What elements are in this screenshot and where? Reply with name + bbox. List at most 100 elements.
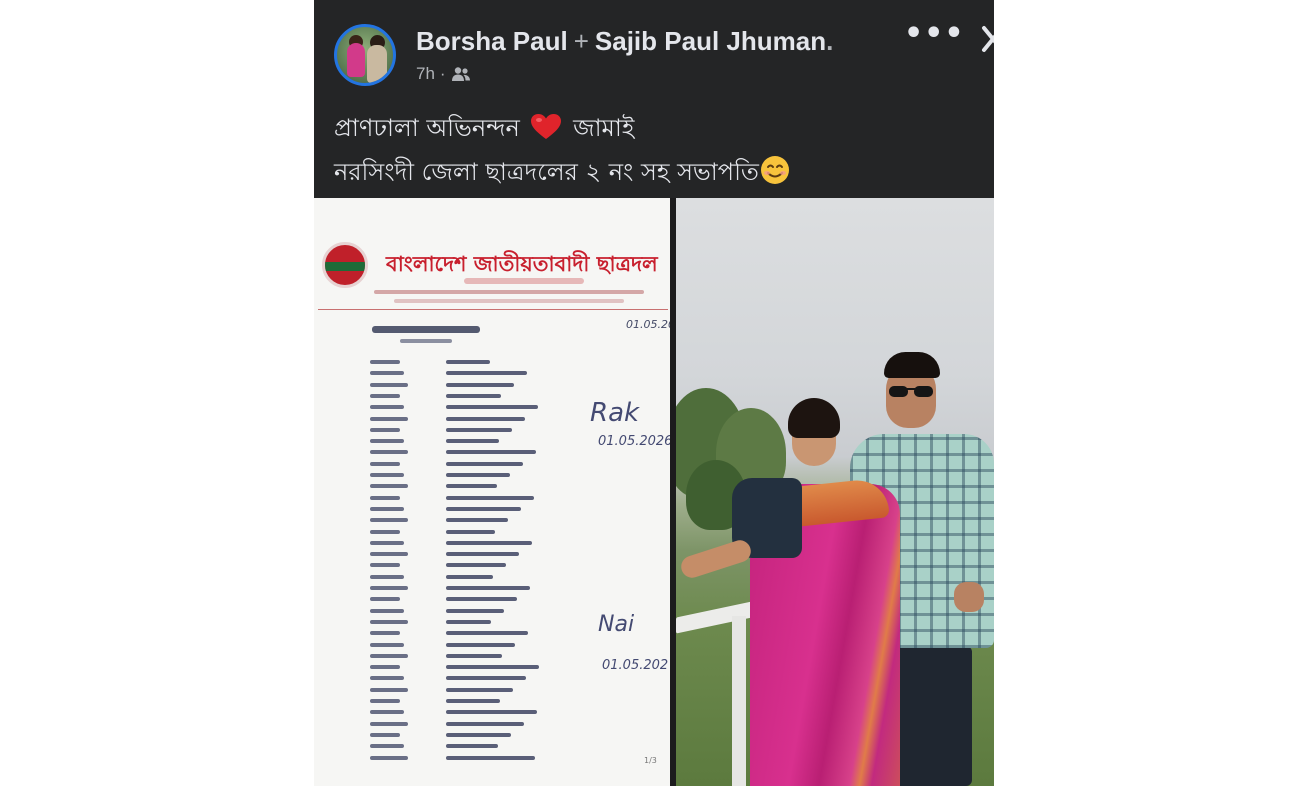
more-options-button[interactable]: •••	[904, 19, 964, 54]
document-row-role	[370, 371, 404, 375]
document-row-name	[446, 484, 497, 488]
document-row-name	[446, 530, 495, 534]
caption-text-2: নরসিংদী জেলা ছাত্রদলের ২ নং সহ সভাপতি	[334, 158, 759, 186]
document-row-name	[446, 541, 532, 545]
post-caption: প্রাণঢালা অভিনন্দন জামাই নরসিংদী জেলা ছা…	[334, 108, 984, 197]
document-row-role	[370, 518, 408, 522]
signature-2-date: 01.05.202	[602, 658, 669, 673]
signature-2: Nai	[598, 612, 635, 637]
document-row-name	[446, 371, 527, 375]
document-row-name	[446, 575, 493, 579]
avatar-person-1	[347, 43, 365, 77]
document-row-name	[446, 428, 512, 432]
smiling-face-icon	[760, 155, 790, 197]
document-row-role	[370, 699, 400, 703]
friends-icon[interactable]	[451, 66, 471, 87]
man-hand	[954, 582, 984, 612]
document-photo[interactable]: বাংলাদেশ জাতীয়তাবাদী ছাত্রদল 01.05.20 R…	[314, 198, 670, 786]
document-row-role	[370, 631, 400, 635]
document-row-name	[446, 405, 538, 409]
sunglasses-icon	[889, 386, 933, 397]
document-row-role	[370, 496, 400, 500]
document-row-name	[446, 507, 521, 511]
signature-1-date: 01.05.2026	[598, 434, 670, 449]
document-committee-heading	[372, 326, 480, 333]
document-row-role	[370, 541, 404, 545]
document-row-role	[370, 597, 400, 601]
document-row-name	[446, 360, 490, 364]
document-row-role	[370, 417, 408, 421]
document-row-role	[370, 450, 408, 454]
document-row-name	[446, 699, 500, 703]
woman-arm	[678, 537, 754, 581]
document-row-role	[370, 484, 408, 488]
document-row-name	[446, 756, 535, 760]
document-row-name	[446, 563, 506, 567]
document-date: 01.05.20	[626, 318, 670, 331]
document-row-name	[446, 744, 498, 748]
close-button[interactable]	[978, 22, 994, 56]
document-row-name	[446, 620, 491, 624]
document-divider	[318, 309, 668, 310]
organization-logo	[322, 242, 368, 288]
document-row-name	[446, 552, 519, 556]
document-row-role	[370, 609, 404, 613]
document-row-name	[446, 518, 508, 522]
document-row-name	[446, 383, 514, 387]
document-row-role	[370, 676, 404, 680]
document-row-name	[446, 654, 502, 658]
caption-line-2: নরসিংদী জেলা ছাত্রদলের ২ নং সহ সভাপতি	[334, 152, 984, 197]
man-hair	[884, 352, 940, 378]
document-row-role	[370, 405, 404, 409]
document-row-name	[446, 450, 536, 454]
document-address	[374, 290, 644, 294]
document-row-role	[370, 756, 408, 760]
document-row-role	[370, 552, 408, 556]
document-row-name	[446, 462, 523, 466]
document-row-name	[446, 643, 515, 647]
document-row-name	[446, 394, 501, 398]
document-row-role	[370, 575, 404, 579]
photo-grid: বাংলাদেশ জাতীয়তাবাদী ছাত্রদল 01.05.20 R…	[314, 198, 994, 786]
document-page-number: 1/3	[644, 756, 657, 765]
author-name-primary[interactable]: Borsha Paul	[416, 26, 568, 56]
document-contact	[394, 299, 624, 303]
document-row-name	[446, 473, 510, 477]
document-row-name	[446, 631, 528, 635]
document-row-name	[446, 722, 524, 726]
document-row-role	[370, 439, 404, 443]
author-name-secondary[interactable]: Sajib Paul Jhuman	[595, 26, 826, 56]
signature-1: Rak	[590, 398, 640, 428]
document-row-role	[370, 586, 408, 590]
post-timestamp[interactable]: 7h	[416, 64, 435, 83]
document-row-role	[370, 688, 408, 692]
caption-text-1: প্রাণঢালা অভিনন্দন	[334, 114, 520, 142]
document-row-name	[446, 688, 513, 692]
document-row-name	[446, 676, 526, 680]
document-row-role	[370, 473, 404, 477]
document-row-name	[446, 733, 511, 737]
document-row-role	[370, 462, 400, 466]
couple-photo[interactable]	[676, 198, 994, 786]
document-row-name	[446, 710, 537, 714]
document-row-role	[370, 530, 400, 534]
document-row-role	[370, 383, 408, 387]
profile-avatar[interactable]	[334, 24, 396, 86]
document-row-role	[370, 722, 408, 726]
close-icon	[982, 26, 994, 52]
document-row-role	[370, 643, 404, 647]
document-row-name	[446, 597, 517, 601]
document-row-role	[370, 563, 400, 567]
woman-hair	[788, 398, 840, 438]
avatar-person-2	[367, 45, 387, 83]
document-row-role	[370, 360, 400, 364]
caption-line-1: প্রাণঢালা অভিনন্দন জামাই	[334, 108, 984, 152]
author-trailing-dot: .	[826, 26, 834, 56]
document-row-name	[446, 496, 534, 500]
post-header: Borsha Paul + Sajib Paul Jhuman. 7h · •••	[314, 0, 994, 100]
document-row-name	[446, 665, 539, 669]
document-row-role	[370, 394, 400, 398]
author-line: Borsha Paul + Sajib Paul Jhuman.	[416, 26, 833, 57]
document-row-role	[370, 733, 400, 737]
railing-post	[732, 616, 746, 786]
